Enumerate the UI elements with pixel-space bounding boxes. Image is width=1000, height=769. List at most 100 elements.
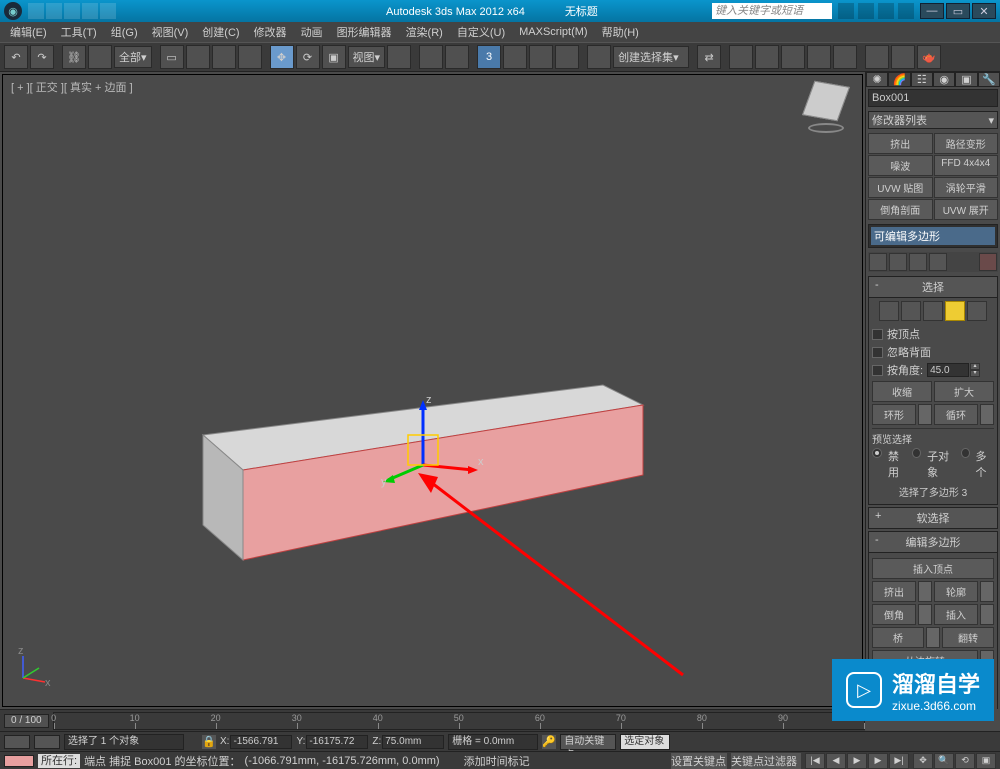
tab-display[interactable]: ▣ [955, 72, 977, 87]
snap-toggle[interactable]: 3 [477, 45, 501, 69]
radio-off[interactable] [872, 448, 882, 458]
mod-btn[interactable]: 挤出 [868, 133, 933, 154]
unlink-button[interactable] [88, 45, 112, 69]
scale-button[interactable]: ▣ [322, 45, 346, 69]
menu-item[interactable]: 编辑(E) [4, 22, 53, 42]
star-icon[interactable] [878, 3, 894, 19]
play-icon[interactable]: ▶ [847, 753, 867, 769]
maximize-button[interactable]: ▭ [946, 3, 970, 19]
time-slider[interactable]: 0 / 100 [4, 714, 49, 728]
time-tag-button[interactable]: 添加时间标记 [464, 753, 530, 769]
modifier-stack[interactable]: 可编辑多边形 [868, 224, 998, 248]
percent-snap[interactable] [529, 45, 553, 69]
bridge-button[interactable]: 桥 [872, 627, 924, 648]
viewport-perspective[interactable]: [ + ][ 正交 ][ 真实 + 边面 ] z x y [2, 74, 863, 707]
bridge-opt[interactable] [926, 627, 940, 648]
select-region-button[interactable] [212, 45, 236, 69]
mod-btn[interactable]: 噪波 [868, 155, 933, 176]
object-name-field[interactable]: Box001 [868, 89, 998, 107]
by-angle-check[interactable]: 按角度: ▴▾ [872, 361, 994, 379]
app-logo-icon[interactable]: ◉ [4, 2, 22, 20]
goto-end-icon[interactable]: ▶| [889, 753, 909, 769]
help-search-input[interactable]: 键入关键字或短语 [712, 3, 832, 19]
unique-icon[interactable] [909, 253, 927, 271]
outline-opt[interactable] [980, 581, 994, 602]
viewcube[interactable] [800, 83, 852, 135]
configure-icon[interactable] [979, 253, 997, 271]
mini-listener2[interactable] [34, 735, 60, 749]
stack-item[interactable]: 可编辑多边形 [871, 227, 995, 245]
z-coord[interactable]: Z: [372, 735, 444, 749]
menu-item[interactable]: 修改器 [248, 22, 293, 42]
keyfilter-button[interactable]: 关键点过滤器 [731, 753, 801, 769]
render-frame-button[interactable] [891, 45, 915, 69]
keyboard-button[interactable] [445, 45, 469, 69]
sub-element[interactable] [967, 301, 987, 321]
curve-editor-button[interactable] [781, 45, 805, 69]
qat-btn[interactable] [46, 3, 62, 19]
ring-spin[interactable] [918, 404, 932, 425]
mod-btn[interactable]: FFD 4x4x4 [934, 155, 999, 176]
extrude-opt[interactable] [918, 581, 932, 602]
extrude-button[interactable]: 挤出 [872, 581, 916, 602]
redo-button[interactable]: ↷ [30, 45, 54, 69]
select-button[interactable]: ▭ [160, 45, 184, 69]
mirror-button[interactable]: ⇄ [697, 45, 721, 69]
box-model[interactable]: z x y [173, 375, 653, 575]
render-setup-button[interactable] [865, 45, 889, 69]
menu-item[interactable]: 视图(V) [146, 22, 195, 42]
mod-btn[interactable]: UVW 贴图 [868, 177, 933, 198]
prev-frame-icon[interactable]: ◀ [826, 753, 846, 769]
goto-start-icon[interactable]: |◀ [805, 753, 825, 769]
help-icon[interactable] [898, 3, 914, 19]
setkey-button[interactable]: 设置关键点 [671, 753, 727, 769]
rollout-selection[interactable]: 选择 [868, 276, 998, 298]
menu-item[interactable]: 创建(C) [196, 22, 245, 42]
orbit-icon[interactable]: ⟲ [955, 753, 975, 769]
lock-icon[interactable]: 🔒 [202, 735, 216, 749]
inset-opt[interactable] [980, 604, 994, 625]
named-sel-set[interactable]: 创建选择集 ▾ [613, 46, 689, 68]
menu-item[interactable]: 组(G) [105, 22, 144, 42]
minimize-button[interactable]: — [920, 3, 944, 19]
close-button[interactable]: ✕ [972, 3, 996, 19]
pan-icon[interactable]: ✥ [913, 753, 933, 769]
qat-btn[interactable] [28, 3, 44, 19]
select-name-button[interactable] [186, 45, 210, 69]
loop-spin[interactable] [980, 404, 994, 425]
viewport-label[interactable]: [ + ][ 正交 ][ 真实 + 边面 ] [11, 79, 133, 95]
menu-item[interactable]: 帮助(H) [596, 22, 645, 42]
menu-item[interactable]: 渲染(R) [400, 22, 449, 42]
remove-mod-icon[interactable] [929, 253, 947, 271]
maximize-vp-icon[interactable]: ▣ [976, 753, 996, 769]
key-icon[interactable]: 🔑 [542, 735, 556, 749]
modifier-list-dropdown[interactable]: 修改器列表 [868, 111, 998, 129]
align-button[interactable] [729, 45, 753, 69]
script-input[interactable]: 所在行: [38, 754, 80, 768]
autokey-button[interactable]: 自动关键点 [560, 734, 616, 750]
show-end-icon[interactable] [889, 253, 907, 271]
sub-vertex[interactable] [879, 301, 899, 321]
x-coord[interactable]: X: [220, 735, 292, 749]
schematic-button[interactable] [807, 45, 831, 69]
angle-snap[interactable] [503, 45, 527, 69]
inset-button[interactable]: 插入 [934, 604, 978, 625]
qat-btn[interactable] [64, 3, 80, 19]
edit-named-sel[interactable] [587, 45, 611, 69]
rollout-softsel[interactable]: 软选择 [868, 507, 998, 529]
tab-modify[interactable]: 🌈 [888, 72, 910, 87]
bevel-button[interactable]: 倒角 [872, 604, 916, 625]
tab-hierarchy[interactable]: ☷ [911, 72, 933, 87]
tab-motion[interactable]: ◉ [933, 72, 955, 87]
undo-button[interactable]: ↶ [4, 45, 28, 69]
mini-listener[interactable] [4, 735, 30, 749]
manip-button[interactable] [419, 45, 443, 69]
layers-button[interactable] [755, 45, 779, 69]
pivot-button[interactable] [387, 45, 411, 69]
menu-item[interactable]: 图形编辑器 [331, 22, 398, 42]
link-button[interactable]: ⛓ [62, 45, 86, 69]
by-vertex-check[interactable]: 按顶点 [872, 325, 994, 343]
loop-button[interactable]: 循环 [934, 404, 978, 425]
zoom-icon[interactable]: 🔍 [934, 753, 954, 769]
sub-polygon[interactable] [945, 301, 965, 321]
